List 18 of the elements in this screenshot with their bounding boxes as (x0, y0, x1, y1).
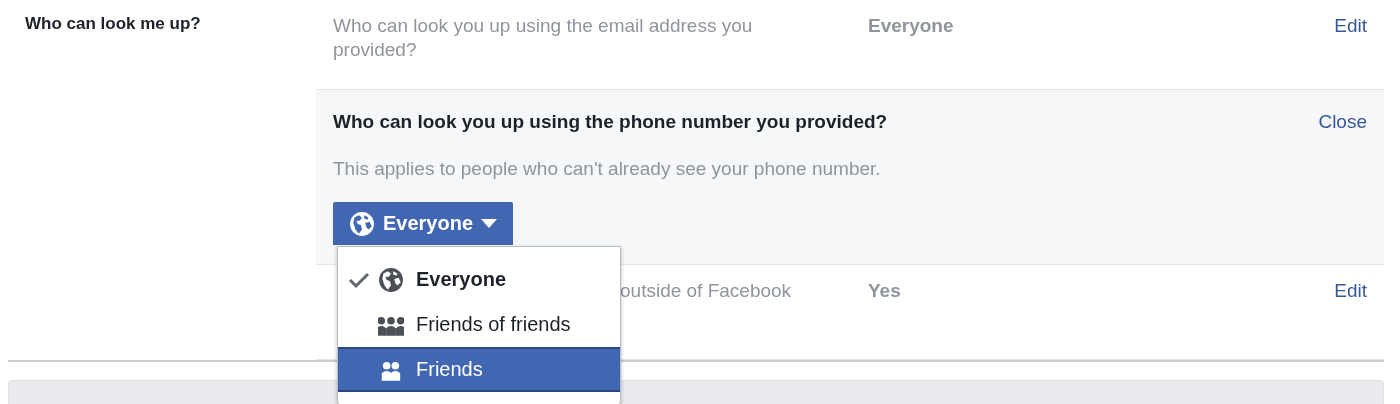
edit-link[interactable]: Edit (1334, 279, 1367, 303)
menu-item[interactable]: Friends (338, 347, 620, 392)
setting-hint: This applies to people who can't already see your phone number. (333, 157, 882, 181)
setting-title: Who can look you up using the phone number you provided? (333, 110, 888, 134)
globe-icon (378, 266, 404, 293)
setting-description: Who can look you up using the email address you provided? (333, 14, 754, 62)
setting-value: Yes (868, 279, 902, 303)
close-link[interactable]: Close (1318, 110, 1367, 134)
globe-icon (349, 210, 375, 237)
section-label: Who can look me up? (25, 13, 202, 35)
edit-link[interactable]: Edit (1334, 14, 1367, 38)
setting-value: Everyone (868, 14, 955, 38)
menu-item[interactable]: Friends of friends (338, 302, 620, 347)
setting-description: outside of Facebook (620, 279, 793, 303)
caret-icon (481, 218, 498, 229)
menu-item[interactable]: Everyone (338, 257, 620, 302)
check-icon (348, 270, 370, 289)
audience-dropdown[interactable]: Everyone (333, 202, 514, 245)
